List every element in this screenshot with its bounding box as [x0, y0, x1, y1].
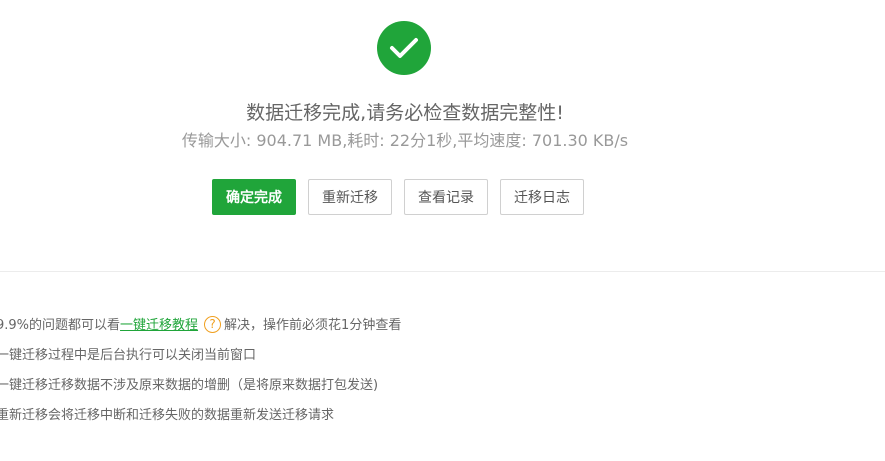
- help-icon[interactable]: ?: [204, 316, 222, 333]
- result-title: 数据迁移完成,请务必检查数据完整性!: [246, 102, 564, 124]
- divider: [0, 271, 885, 272]
- remigrate-button[interactable]: 重新迁移: [308, 179, 392, 215]
- migration-log-button[interactable]: 迁移日志: [500, 179, 584, 215]
- tip-text: 解决，操作前必须花1分钟查看: [224, 318, 402, 333]
- tip-text: 9.9%的问题都可以看: [0, 318, 121, 333]
- confirm-complete-button[interactable]: 确定完成: [212, 179, 296, 215]
- tip-item: 重新迁移会将迁移中断和迁移失败的数据重新发送迁移请求: [0, 408, 335, 423]
- check-icon: [377, 21, 431, 75]
- migration-result-page: 数据迁移完成,请务必检查数据完整性! 传输大小: 904.71 MB,耗时: 2…: [0, 0, 885, 461]
- tip-item: 9.9%的问题都可以看一键迁移教程? 解决，操作前必须花1分钟查看: [0, 314, 401, 344]
- view-records-button[interactable]: 查看记录: [404, 179, 488, 215]
- transfer-stats: 传输大小: 904.71 MB,耗时: 22分1秒,平均速度: 701.30 K…: [181, 131, 629, 150]
- tip-item: 一键迁移过程中是后台执行可以关闭当前窗口: [0, 348, 257, 363]
- tips-list: 9.9%的问题都可以看一键迁移教程? 解决，操作前必须花1分钟查看 一键迁移过程中…: [0, 314, 401, 434]
- action-buttons: 确定完成 重新迁移 查看记录 迁移日志: [212, 179, 584, 215]
- tip-item: 一键迁移迁移数据不涉及原来数据的增删（是将原来数据打包发送): [0, 378, 379, 393]
- tutorial-link[interactable]: 一键迁移教程: [120, 318, 198, 333]
